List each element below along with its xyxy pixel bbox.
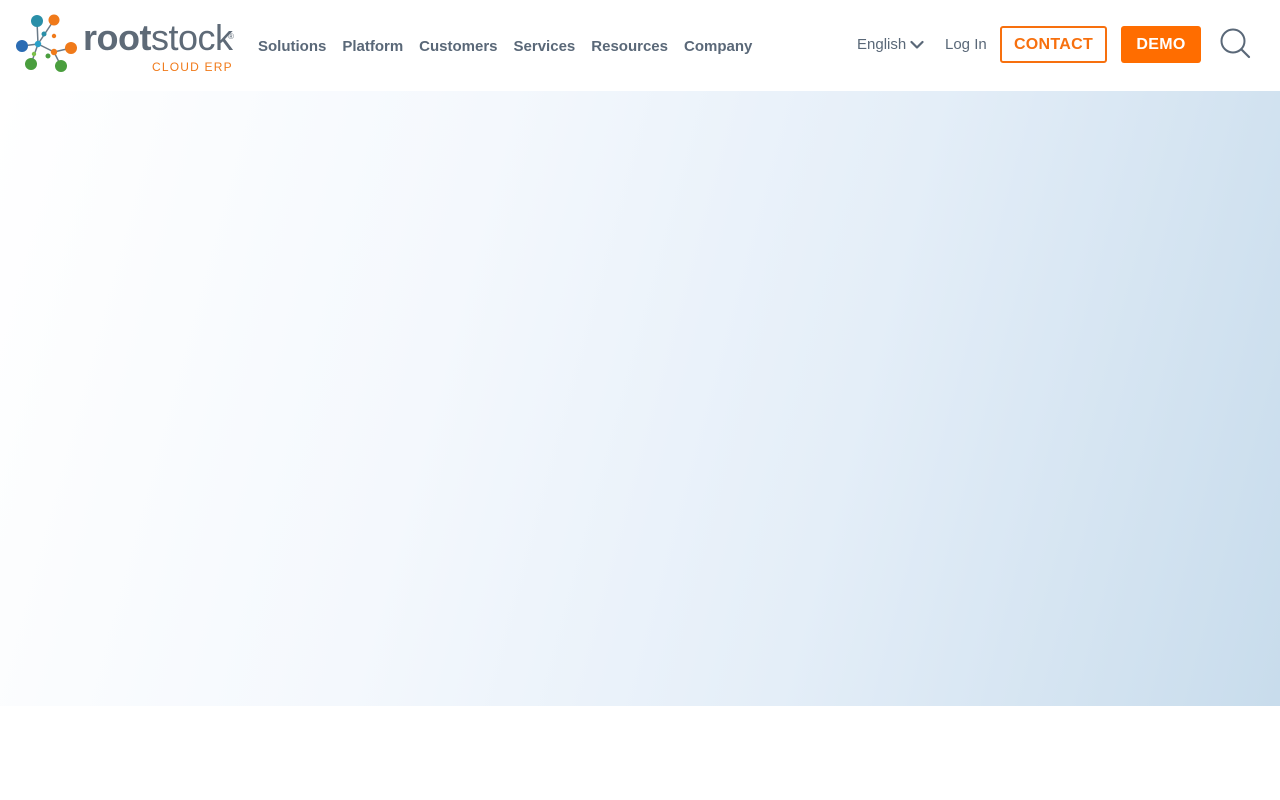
page-content-area: [0, 706, 1280, 800]
logo-registered-mark: ®: [228, 32, 234, 41]
nav-item-resources[interactable]: Resources: [591, 38, 668, 55]
contact-button[interactable]: CONTACT: [1000, 26, 1107, 63]
nav-item-company[interactable]: Company: [684, 38, 752, 55]
demo-button[interactable]: DEMO: [1121, 26, 1201, 63]
login-link[interactable]: Log In: [945, 36, 987, 53]
language-selector[interactable]: English: [857, 36, 924, 53]
logo-subtitle: CLOUD ERP: [152, 60, 233, 74]
rootstock-logo[interactable]: rootstock ® CLOUD ERP: [14, 14, 239, 76]
site-header: rootstock ® CLOUD ERP Solutions Platform…: [0, 0, 1280, 91]
search-icon[interactable]: [1218, 27, 1252, 61]
logo-mark-icon: [16, 14, 77, 72]
nav-item-services[interactable]: Services: [514, 38, 576, 55]
nav-item-solutions[interactable]: Solutions: [258, 38, 326, 55]
main-nav: Solutions Platform Customers Services Re…: [258, 36, 768, 56]
nav-item-platform[interactable]: Platform: [342, 38, 403, 55]
logo-wordmark: rootstock: [83, 17, 233, 58]
language-label: English: [857, 36, 907, 53]
chevron-down-icon: [910, 40, 924, 49]
nav-item-customers[interactable]: Customers: [419, 38, 497, 55]
hero-banner: [0, 91, 1280, 706]
